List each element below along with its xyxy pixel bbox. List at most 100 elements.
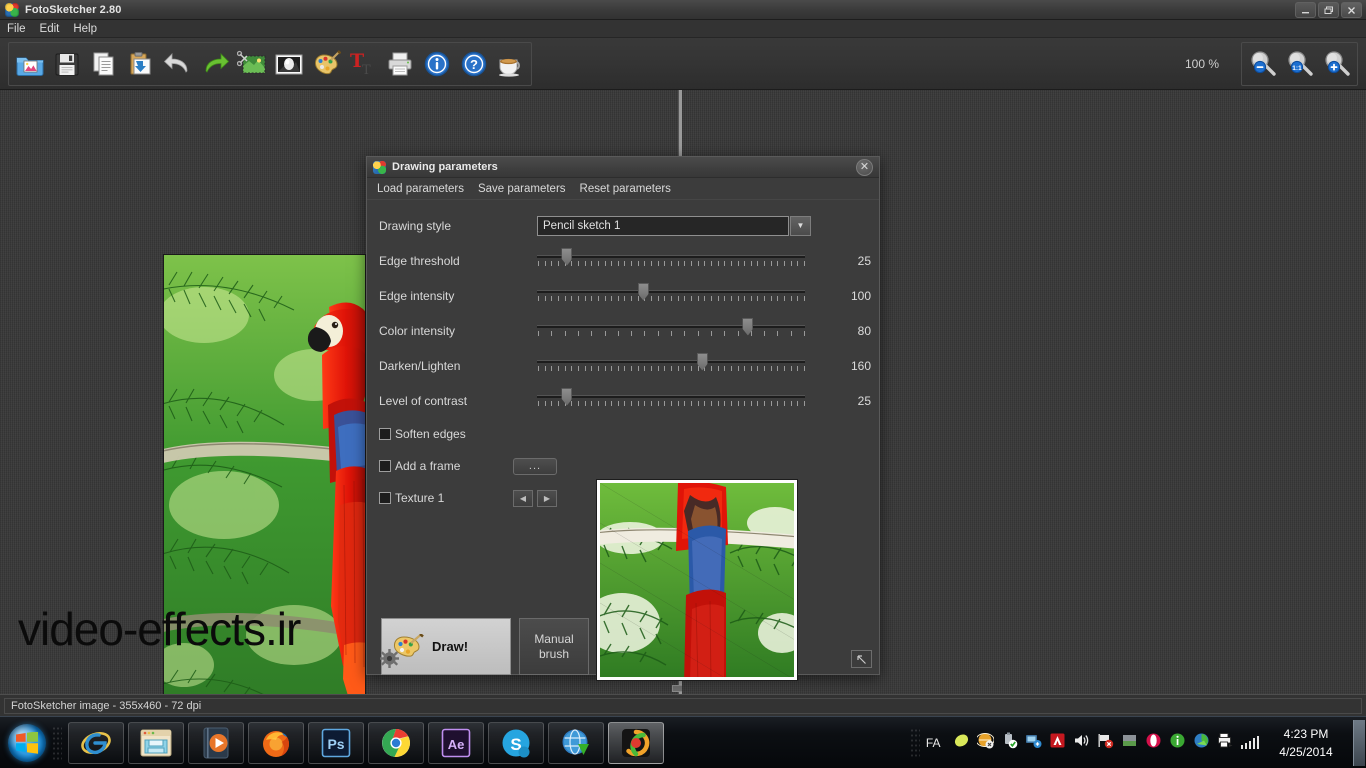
taskbar-after-effects[interactable]: Ae [428, 721, 484, 764]
maximize-restore-button[interactable] [1318, 2, 1339, 18]
svg-text:?: ? [470, 57, 478, 72]
menu-help[interactable]: Help [73, 23, 106, 35]
tray-network-share-icon[interactable] [1025, 732, 1042, 754]
dialog-resize-grip[interactable] [851, 650, 872, 668]
texture-prev-button[interactable]: ◀ [513, 489, 533, 507]
taskbar-grip[interactable] [52, 725, 62, 760]
tray-opera-icon[interactable] [1145, 732, 1162, 754]
crop-button[interactable] [233, 44, 270, 84]
slider-4[interactable] [537, 387, 805, 415]
tray-printer-icon[interactable] [1217, 732, 1234, 754]
tray-usb-safe-remove-icon[interactable] [1001, 732, 1018, 754]
tray-nvidia-icon[interactable] [1193, 732, 1210, 754]
zoom-level-label: 100 % [1184, 57, 1219, 71]
taskbar-photoshop[interactable]: Ps [308, 721, 364, 764]
dialog-titlebar[interactable]: Drawing parameters ✕ [367, 157, 879, 178]
taskbar-items: Ps Ae S [68, 720, 668, 766]
dialog-close-icon[interactable]: ✕ [856, 159, 873, 176]
tray-signal-bars-icon[interactable] [1240, 736, 1259, 749]
parameter-sliders: Edge threshold 25 Edge intensity 100 Color i… [367, 243, 879, 418]
minimize-button[interactable] [1295, 2, 1316, 18]
zoom-actual-button[interactable]: 1:1 [1281, 44, 1318, 84]
load-parameters-menu[interactable]: Load parameters [377, 183, 464, 195]
close-button[interactable] [1341, 2, 1362, 18]
slider-track-3[interactable] [537, 359, 805, 363]
taskbar-idm[interactable] [548, 721, 604, 764]
windows-start-orb-icon[interactable] [2, 720, 52, 766]
add-text-button[interactable]: T T [344, 44, 381, 84]
redo-button[interactable] [196, 44, 233, 84]
draw-button-label: Draw! [432, 639, 469, 654]
paste-button[interactable] [122, 44, 159, 84]
undo-button[interactable] [159, 44, 196, 84]
manual-brush-button[interactable]: Manual brush [519, 618, 589, 675]
reset-parameters-menu[interactable]: Reset parameters [580, 183, 671, 195]
menu-edit[interactable]: Edit [40, 23, 69, 35]
soften-edges-row[interactable]: Soften edges [367, 418, 879, 450]
taskbar-skype[interactable]: S [488, 721, 544, 764]
taskbar-firefox[interactable] [248, 721, 304, 764]
slider-label-2: Color intensity [379, 323, 456, 338]
add-a-frame-row[interactable]: Add a frame ... [367, 450, 879, 482]
show-desktop-button[interactable] [1353, 719, 1365, 766]
taskbar-fotosketcher[interactable] [608, 721, 664, 764]
effect-preview[interactable] [596, 479, 798, 681]
slider-track-1[interactable] [537, 289, 805, 293]
help-button[interactable]: ? [455, 44, 492, 84]
draw-button[interactable]: Draw! [381, 618, 511, 675]
language-indicator[interactable]: FA [926, 736, 941, 750]
statusbar: FotoSketcher image - 355x460 - 72 dpi [0, 694, 1366, 716]
texture-next-button[interactable]: ▶ [537, 489, 557, 507]
slider-value-0: 25 [857, 253, 871, 268]
tray-volume-icon[interactable] [1073, 732, 1090, 754]
drawing-parameters-button[interactable] [307, 44, 344, 84]
save-image-button[interactable] [48, 44, 85, 84]
zoom-in-button[interactable] [1318, 44, 1355, 84]
taskbar-file-explorer[interactable] [128, 721, 184, 764]
copy-button[interactable] [85, 44, 122, 84]
slider-track-2[interactable] [537, 324, 805, 328]
open-image-button[interactable] [11, 44, 48, 84]
slider-track-0[interactable] [537, 254, 805, 258]
slider-row-3: Darken/Lighten 160 [367, 348, 879, 383]
slider-1[interactable] [537, 282, 805, 310]
texture-1-checkbox[interactable] [379, 492, 391, 504]
tray-lemon-icon[interactable] [953, 732, 970, 754]
save-parameters-menu[interactable]: Save parameters [478, 183, 566, 195]
soften-edges-checkbox[interactable] [379, 428, 391, 440]
taskbar-clock[interactable]: 4:23 PM 4/25/2014 [1263, 725, 1349, 761]
slider-label-0: Edge threshold [379, 253, 460, 268]
menu-file[interactable]: File [7, 23, 35, 35]
taskbar-media-player[interactable] [188, 721, 244, 764]
donate-button[interactable] [492, 44, 529, 84]
drawing-style-select[interactable]: Pencil sketch 1 ▼ [537, 215, 811, 236]
slider-2[interactable] [537, 317, 805, 345]
add-a-frame-options-button[interactable]: ... [513, 457, 557, 475]
slider-track-4[interactable] [537, 394, 805, 398]
tray-flag-error-icon[interactable] [1097, 732, 1114, 754]
add-a-frame-checkbox[interactable] [379, 460, 391, 472]
zoom-out-button[interactable] [1244, 44, 1281, 84]
slider-3[interactable] [537, 352, 805, 380]
tray-grip[interactable] [909, 727, 920, 758]
window-controls [1295, 2, 1362, 18]
taskbar-internet-explorer[interactable] [68, 721, 124, 764]
tray-globe-close-icon[interactable] [975, 732, 994, 754]
tray-adobe-icon[interactable] [1049, 732, 1066, 754]
slider-value-4: 25 [857, 393, 871, 408]
info-button[interactable] [418, 44, 455, 84]
window-titlebar[interactable]: FotoSketcher 2.80 [0, 0, 1366, 20]
image-effects-button[interactable] [270, 44, 307, 84]
slider-ticks-4 [538, 400, 805, 407]
tray-display-icon[interactable] [1121, 732, 1138, 754]
print-button[interactable] [381, 44, 418, 84]
tray-icon-list [953, 732, 1259, 754]
toolbar-group: T T ? [8, 41, 532, 86]
chevron-down-icon[interactable]: ▼ [790, 215, 811, 236]
slider-0[interactable] [537, 247, 805, 275]
taskbar-chrome[interactable] [368, 721, 424, 764]
fotosketcher-logo-icon [373, 160, 386, 174]
tray-info-icon[interactable] [1169, 732, 1186, 754]
gear-settings-icon[interactable] [380, 649, 399, 668]
site-watermark: video-effects.ir [18, 603, 301, 655]
